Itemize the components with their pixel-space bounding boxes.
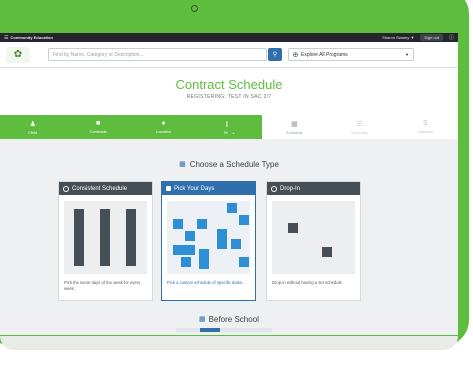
card-consistent-schedule[interactable]: Consistent Schedule Pick the same days o… [58,181,153,301]
calendar-icon: ▦ [199,316,206,323]
summary-icon: ☰ [356,120,363,128]
before-school-bar [176,328,272,332]
schedule-type-cards: Consistent Schedule Pick the same days o… [0,171,458,301]
search-bar: ✿ Find by Name, Category or Description.… [0,42,458,68]
checkbox-icon[interactable] [166,186,171,191]
drop-in-illustration [272,201,355,274]
explore-programs-select[interactable]: ⨁ Explore All Programs ▼ [288,48,414,61]
card-title: Drop-In [280,185,301,192]
device-chin [0,336,458,350]
step-arrow [228,115,238,139]
brand-name[interactable]: Community Education [10,35,52,40]
calendar-icon: ▦ [291,120,298,128]
choose-schedule-heading: ▦ Choose a Schedule Type [179,159,279,169]
step-child[interactable]: ♟ Child [0,115,66,139]
user-menu[interactable]: Sharon Swamy ▼ [382,35,414,40]
schedule-grid-image [272,201,355,274]
card-pick-your-days[interactable]: Pick Your Days Pick a custom schedule of… [161,181,256,301]
card-title: Pick Your Days [174,185,215,192]
page-header: Contract Schedule REGISTERING: TEST IN S… [0,68,458,115]
calendar-icon: ▦ [179,161,186,168]
before-school-heading: ▦ Before School [199,314,259,324]
child-icon: ♟ [29,120,36,128]
contracts-icon: ■ [96,120,101,127]
page-title: Contract Schedule [175,77,283,92]
camera-icon [191,5,198,12]
page-subtitle: REGISTERING: TEST IN SAC 2/7 [186,94,272,100]
menu-icon[interactable]: ☰ [4,35,8,41]
step-summary[interactable]: ☰ Summary [327,115,393,139]
progress-steps: ♟ Child ■ Contracts ● Location ▤ Terms ▦ Sche… [0,115,458,139]
before-school-section: ▦ Before School [0,313,458,325]
search-input[interactable]: Find by Name, Category or Description... [48,48,267,61]
signout-button[interactable]: Sign out [420,34,443,41]
radio-button[interactable] [271,185,277,192]
step-contracts[interactable]: ■ Contracts [65,115,131,139]
schedule-grid-image [64,201,147,274]
app-screen: ☰ Community Education Sharon Swamy ▼ Sig… [0,33,458,335]
active-tab-indicator [200,328,220,332]
chevron-down-icon: ▼ [405,52,409,57]
dollar-icon: $ [423,120,428,127]
step-schedule[interactable]: ▦ Schedule [261,115,328,139]
location-icon: ● [161,120,166,127]
pick-your-days-illustration [167,201,250,274]
card-description: Pick the same days of the week for every… [64,280,141,291]
card-description: Pick a custom schedule of specific dates… [167,280,244,285]
top-bar: ☰ Community Education Sharon Swamy ▼ Sig… [0,33,458,42]
step-location[interactable]: ● Location [130,115,197,139]
explore-label: Explore All Programs [301,51,348,58]
search-button[interactable]: ⚲ [268,48,282,61]
card-drop-in[interactable]: Drop-In Drop-in without having a set sch… [266,181,361,301]
compass-icon: ⨁ [293,51,298,58]
card-title: Consistent Schedule [72,185,128,192]
schedule-grid-image [167,201,250,274]
help-icon[interactable]: ⓘ [449,34,454,41]
search-icon: ⚲ [272,52,278,58]
radio-button[interactable] [63,185,69,192]
card-description: Drop-in without having a set schedule. [272,280,343,285]
consistent-schedule-illustration [64,201,147,274]
step-payment[interactable]: $ Payment [392,115,458,139]
background [0,346,473,379]
logo[interactable]: ✿ [6,46,30,63]
